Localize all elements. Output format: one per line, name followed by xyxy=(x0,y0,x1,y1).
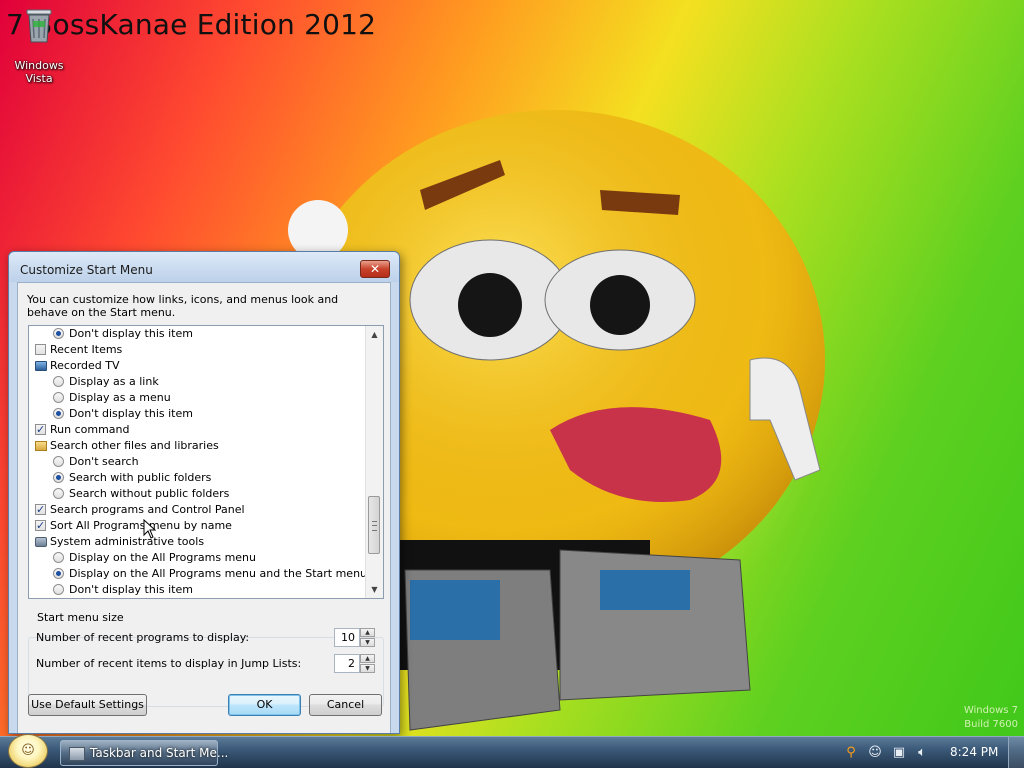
checkbox-icon[interactable] xyxy=(35,344,46,355)
list-item-label: Recorded TV xyxy=(50,359,120,372)
list-item[interactable]: Don't display this item xyxy=(29,326,366,342)
radio-icon[interactable] xyxy=(53,408,64,419)
close-button[interactable]: ✕ xyxy=(360,260,390,278)
taskbar-button-label: Taskbar and Start Me... xyxy=(90,746,229,760)
list-item-label: Run command xyxy=(50,423,130,436)
list-item[interactable]: Sort All Programs menu by name xyxy=(29,518,366,534)
list-item[interactable]: Don't display this item xyxy=(29,582,366,598)
list-item[interactable]: Don't display this item xyxy=(29,406,366,422)
radio-icon[interactable] xyxy=(53,376,64,387)
start-button[interactable]: ☺ xyxy=(8,734,48,768)
list-item-label: System administrative tools xyxy=(50,535,205,548)
ok-button[interactable]: OK xyxy=(228,694,301,716)
list-item-label: Don't display this item xyxy=(69,407,193,420)
dialog-title: Customize Start Menu xyxy=(20,263,153,277)
os-watermark: Windows 7 Build 7600 xyxy=(964,704,1018,732)
list-item[interactable]: Recorded TV xyxy=(29,358,366,374)
checkbox-icon[interactable] xyxy=(35,518,46,534)
listbox-scrollbar[interactable]: ▲ ▼ xyxy=(365,326,383,598)
customize-start-menu-dialog: Customize Start Menu ✕ You can customize… xyxy=(8,251,400,734)
radio-icon[interactable] xyxy=(53,392,64,403)
radio-icon[interactable] xyxy=(53,472,64,483)
volume-icon[interactable]: 🔈︎ xyxy=(914,745,930,761)
radio-icon[interactable] xyxy=(53,488,64,499)
list-item[interactable]: Search with public folders xyxy=(29,470,366,486)
icon-label-line1: Windows xyxy=(14,59,64,72)
taskbar-button-customize[interactable]: Taskbar and Start Me... xyxy=(60,740,228,766)
recorded-tv-icon xyxy=(35,361,47,371)
cancel-button[interactable]: Cancel xyxy=(309,694,382,716)
radio-icon[interactable] xyxy=(53,568,64,579)
desktop-icon-recycle-bin[interactable]: Windows Vista xyxy=(10,6,68,85)
recent-items-value[interactable]: 2 xyxy=(334,654,360,673)
list-item-label: Don't search xyxy=(69,455,139,468)
list-item[interactable]: Search without public folders xyxy=(29,486,366,502)
list-item-label: Search with public folders xyxy=(69,471,212,484)
radio-icon[interactable] xyxy=(53,456,64,467)
close-icon: ✕ xyxy=(369,262,381,276)
list-item[interactable]: System administrative tools xyxy=(29,534,366,550)
list-item[interactable]: Search programs and Control Panel xyxy=(29,502,366,518)
spin-up-icon[interactable]: ▲ xyxy=(360,654,375,663)
smiley-start-icon: ☺ xyxy=(21,743,35,758)
scroll-thumb[interactable] xyxy=(368,496,380,554)
list-item-label: Don't display this item xyxy=(69,583,193,596)
mouse-cursor-icon xyxy=(143,519,157,539)
start-menu-size-legend: Start menu size xyxy=(35,611,126,624)
radio-icon[interactable] xyxy=(53,552,64,563)
list-item-label: Display as a link xyxy=(69,375,159,388)
recent-programs-label: Number of recent programs to display: xyxy=(36,631,250,644)
recent-items-spinner[interactable]: 2 ▲ ▼ xyxy=(334,654,376,673)
radio-icon[interactable] xyxy=(53,584,64,595)
list-item-label: Display on the All Programs menu and the… xyxy=(69,567,368,580)
list-item[interactable]: Display as a link xyxy=(29,374,366,390)
window-icon xyxy=(69,747,85,761)
list-item[interactable]: Don't search xyxy=(29,454,366,470)
list-item[interactable]: Display as a menu xyxy=(29,390,366,406)
spin-down-icon[interactable]: ▼ xyxy=(360,664,375,673)
watermark-line1: Windows 7 xyxy=(963,705,1018,716)
watermark-line2: Build 7600 xyxy=(964,719,1018,730)
list-item-label: Search programs and Control Panel xyxy=(50,503,245,516)
scroll-up-icon[interactable]: ▲ xyxy=(366,326,383,343)
icon-label-line2: Vista xyxy=(25,72,53,85)
list-item-label: Recent Items xyxy=(50,343,123,356)
checkbox-icon[interactable] xyxy=(35,502,46,518)
dialog-titlebar[interactable]: Customize Start Menu ✕ xyxy=(9,252,399,282)
list-item-label: Sort All Programs menu by name xyxy=(50,519,232,532)
list-item-label: Search other files and libraries xyxy=(50,439,219,452)
network-icon[interactable]: ▣ xyxy=(891,745,907,761)
list-item-label: Don't display this item xyxy=(69,327,193,340)
list-item-label: Search without public folders xyxy=(69,487,230,500)
admin-tools-icon xyxy=(35,537,47,547)
taskbar-clock[interactable]: 8:24 PM xyxy=(950,745,998,759)
list-item[interactable]: Search other files and libraries xyxy=(29,438,366,454)
options-list: Don't display this item Recent Items Recor… xyxy=(29,326,368,598)
spin-down-icon[interactable]: ▼ xyxy=(360,638,375,647)
messenger-icon[interactable]: ☺ xyxy=(867,745,883,761)
recycle-bin-icon xyxy=(26,9,52,43)
checkbox-icon[interactable] xyxy=(35,422,46,438)
spin-up-icon[interactable]: ▲ xyxy=(360,628,375,637)
recent-programs-spinner[interactable]: 10 ▲ ▼ xyxy=(334,628,376,647)
grip-icon xyxy=(372,521,377,531)
folder-icon xyxy=(35,441,47,451)
use-default-settings-button[interactable]: Use Default Settings xyxy=(28,694,147,716)
list-item[interactable]: Recent Items xyxy=(29,342,366,358)
list-item-label: Display on the All Programs menu xyxy=(69,551,256,564)
list-item-label: Display as a menu xyxy=(69,391,171,404)
search-icon[interactable]: ⚲ xyxy=(843,745,859,761)
dialog-intro-text: You can customize how links, icons, and … xyxy=(27,293,339,319)
options-listbox[interactable]: Don't display this item Recent Items Recor… xyxy=(28,325,384,599)
scroll-down-icon[interactable]: ▼ xyxy=(366,581,383,598)
list-item[interactable]: Run command xyxy=(29,422,366,438)
recent-programs-value[interactable]: 10 xyxy=(334,628,360,647)
radio-icon[interactable] xyxy=(53,328,64,339)
list-item[interactable]: Display on the All Programs menu and the… xyxy=(29,566,368,582)
dialog-client: You can customize how links, icons, and … xyxy=(17,282,391,733)
show-desktop-button[interactable] xyxy=(1008,737,1024,768)
desktop-icon-label: Windows Vista xyxy=(10,59,68,85)
list-item[interactable]: Display on the All Programs menu xyxy=(29,550,366,566)
recent-items-label: Number of recent items to display in Jum… xyxy=(36,657,302,670)
